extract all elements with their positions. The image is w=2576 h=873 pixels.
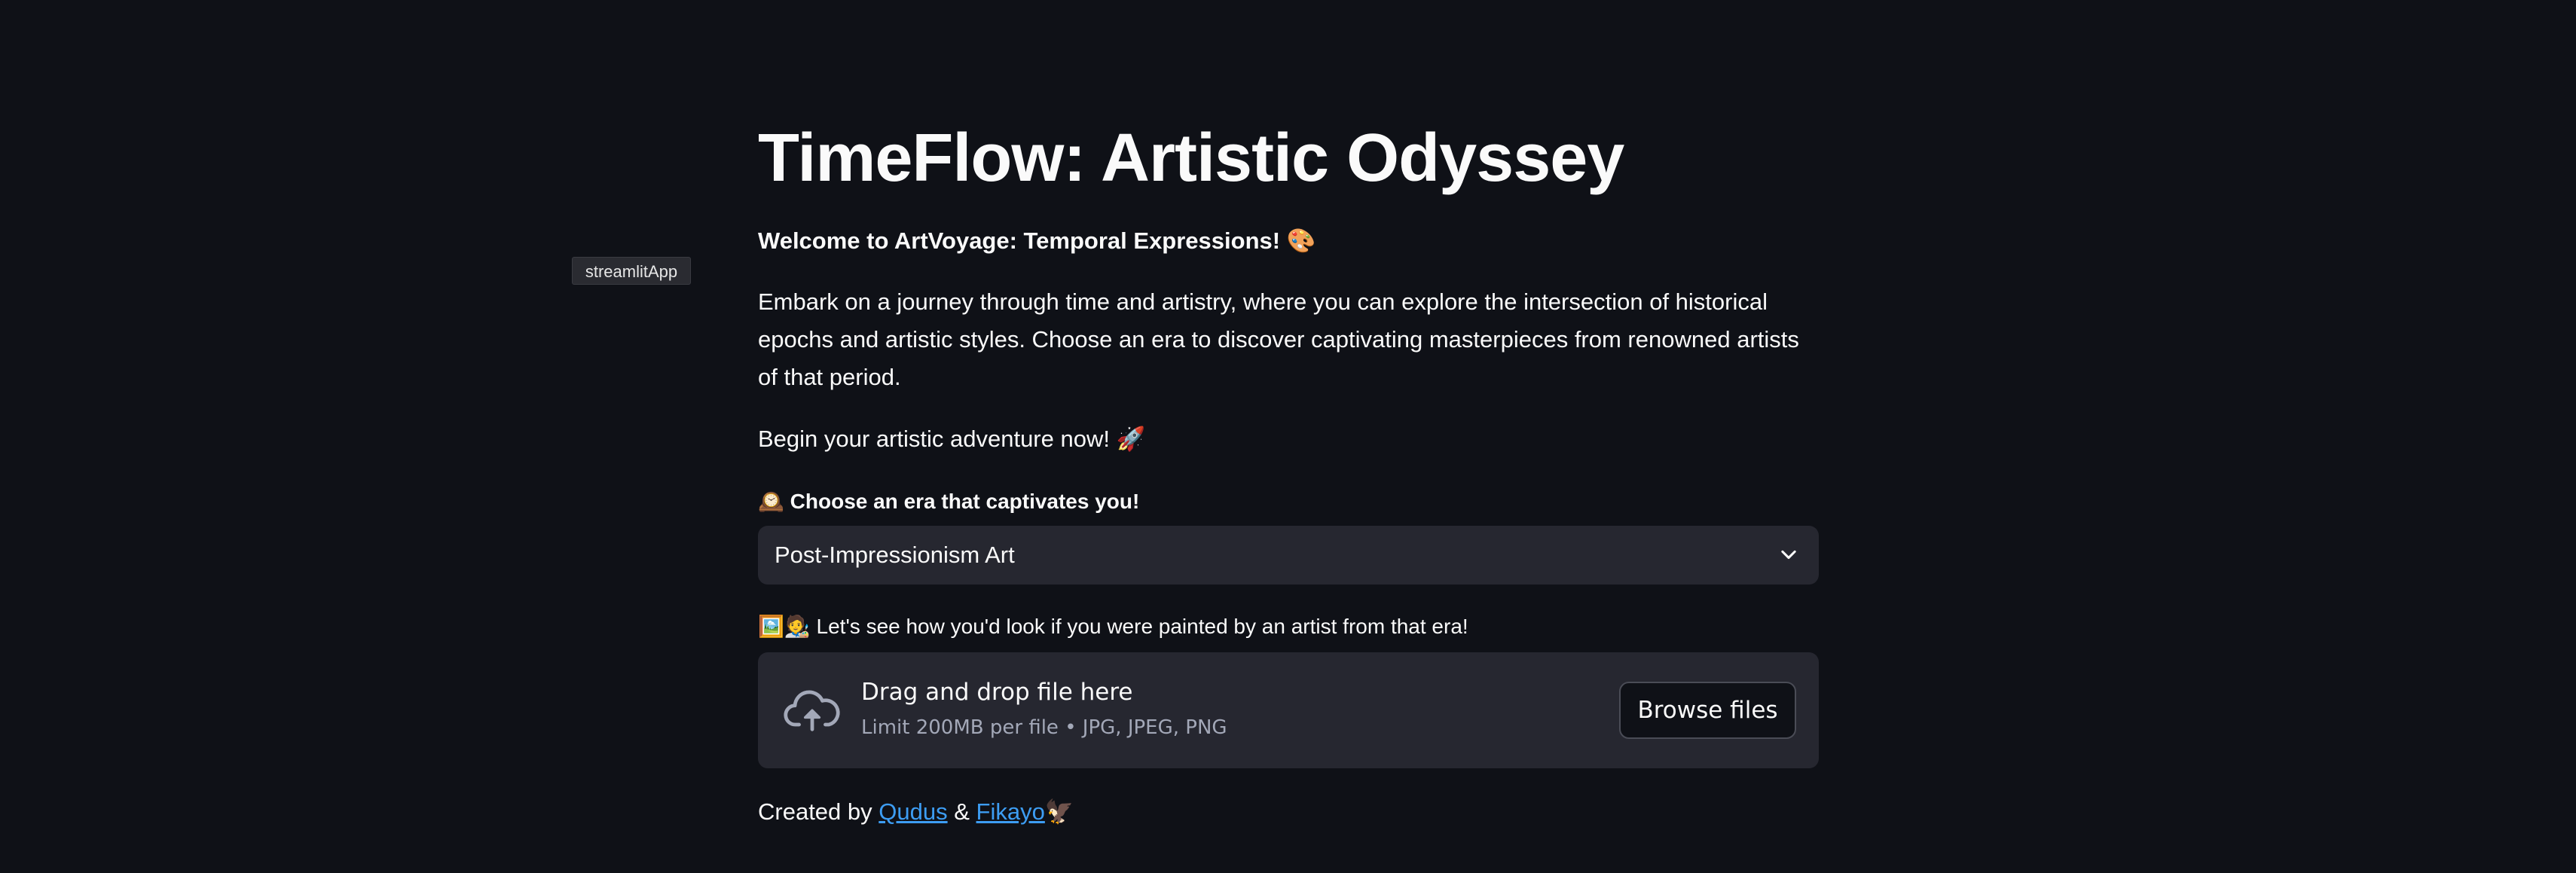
footer-credits: Created by Qudus & Fikayo🦅 xyxy=(758,793,1074,831)
era-select-label-text: Choose an era that captivates you! xyxy=(790,490,1140,513)
browse-files-button[interactable]: Browse files xyxy=(1619,682,1796,739)
clock-emoji-icon: 🕰️ xyxy=(758,490,784,513)
dropzone-title: Drag and drop file here xyxy=(861,679,1133,706)
dropzone-limit-text: Limit 200MB per file • JPG, JPEG, PNG xyxy=(861,716,1227,739)
file-dropzone[interactable]: Drag and drop file here Limit 200MB per … xyxy=(758,652,1819,768)
welcome-text: Welcome to ArtVoyage: Temporal Expressio… xyxy=(758,227,1281,254)
welcome-heading: Welcome to ArtVoyage: Temporal Expressio… xyxy=(758,222,1316,260)
author-link-fikayo[interactable]: Fikayo xyxy=(976,798,1045,825)
begin-line: Begin your artistic adventure now! 🚀 xyxy=(758,420,1145,458)
app-page: streamlitApp TimeFlow: Artistic Odyssey … xyxy=(0,0,2576,873)
rocket-emoji-icon: 🚀 xyxy=(1116,426,1146,452)
begin-text: Begin your artistic adventure now! xyxy=(758,426,1110,452)
era-select[interactable]: Post-Impressionism Art xyxy=(758,526,1819,585)
painting-artist-emoji-icon: 🖼️🧑‍🎨 xyxy=(758,615,811,638)
era-select-value: Post-Impressionism Art xyxy=(775,542,1015,568)
era-select-label: 🕰️ Choose an era that captivates you! xyxy=(758,483,1139,520)
uploader-label-text: Let's see how you'd look if you were pai… xyxy=(816,615,1468,638)
footer-separator: & xyxy=(954,798,970,825)
palette-emoji-icon: 🎨 xyxy=(1286,227,1316,254)
uploader-label: 🖼️🧑‍🎨 Let's see how you'd look if you we… xyxy=(758,608,1468,646)
eagle-emoji-icon: 🦅 xyxy=(1044,798,1074,825)
footer-prefix: Created by xyxy=(758,798,872,825)
app-name-tag: streamlitApp xyxy=(572,257,691,285)
intro-paragraph: Embark on a journey through time and art… xyxy=(758,288,1799,390)
author-link-qudus[interactable]: Qudus xyxy=(879,798,947,825)
chevron-down-icon[interactable] xyxy=(1778,545,1799,566)
cloud-upload-icon xyxy=(784,690,840,731)
page-title: TimeFlow: Artistic Odyssey xyxy=(758,121,1624,196)
